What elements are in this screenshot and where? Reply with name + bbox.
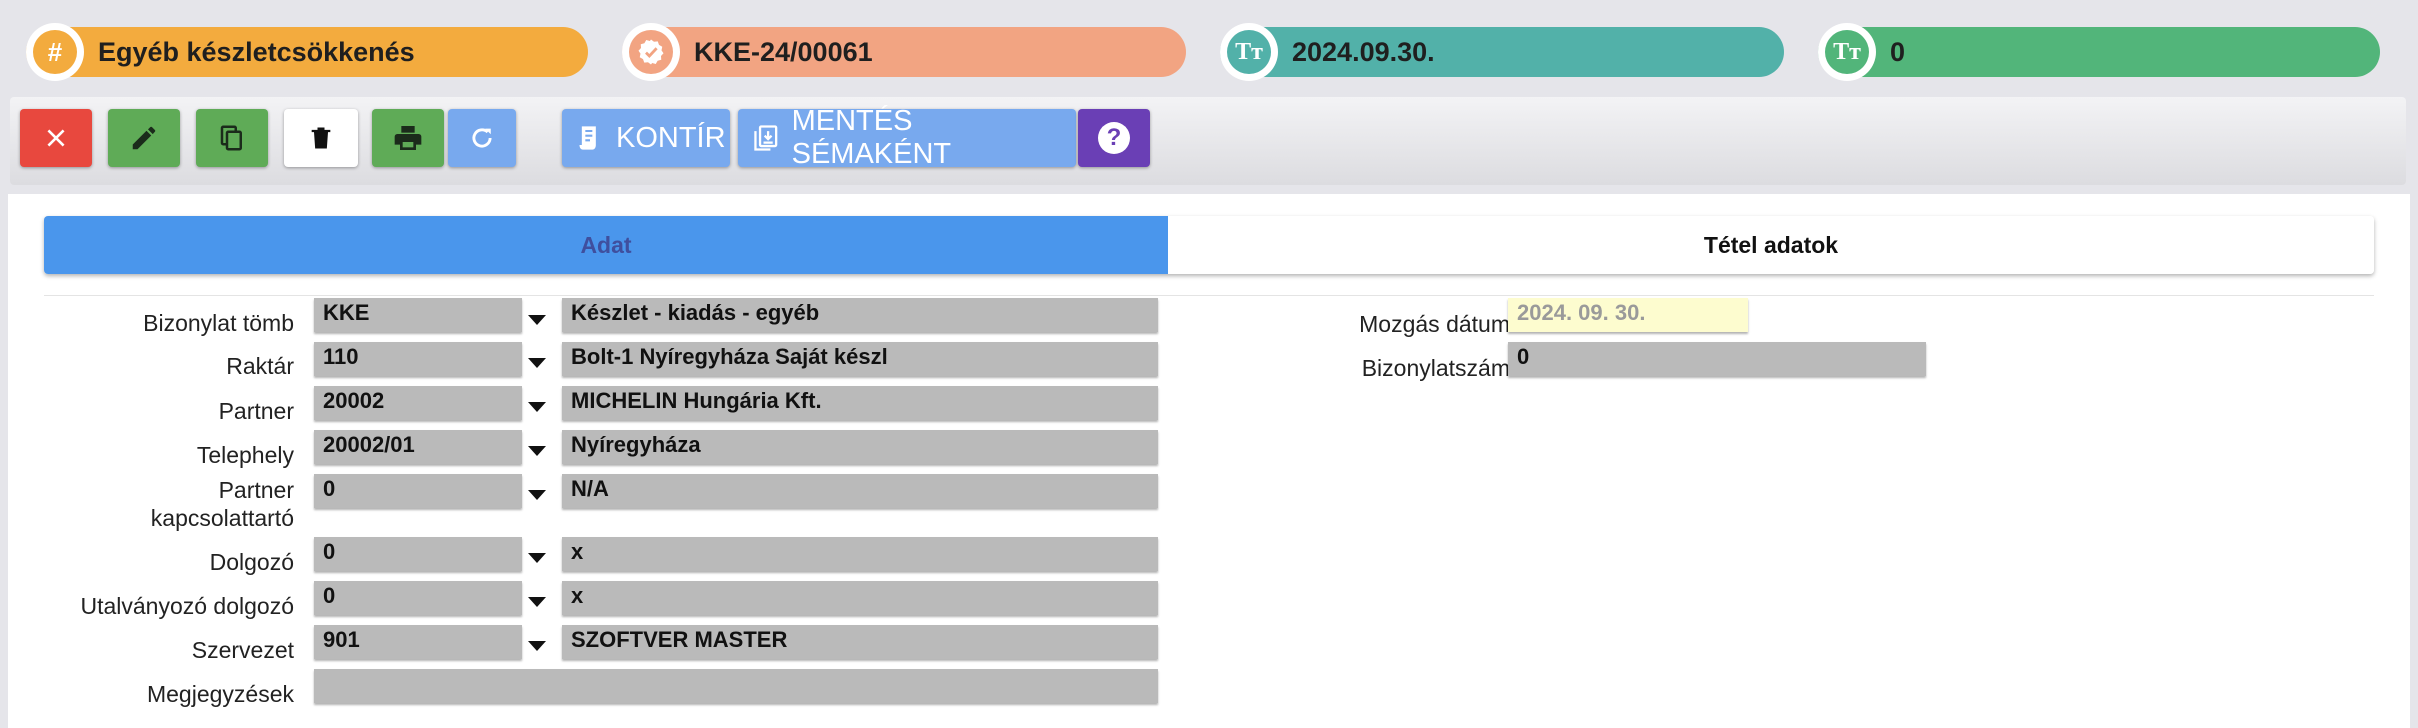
kapcsolattarto-name-field[interactable]: N/A (562, 474, 1158, 508)
bizonylat-tomb-code-field[interactable]: KKE (314, 298, 522, 332)
doc-type-pill: # Egyéb készletcsökkenés (26, 23, 588, 81)
tab-tetel-adatok[interactable]: Tétel adatok (1168, 216, 2374, 274)
refresh-button[interactable] (448, 109, 516, 167)
telephely-code-field[interactable]: 20002/01 (314, 430, 522, 464)
chevron-down-icon[interactable] (526, 400, 548, 414)
toolbar: KONTÍR MENTÉS SÉMAKÉNT ? (10, 97, 2406, 185)
bizonylatszam-field[interactable]: 0 (1508, 342, 1926, 376)
utalvanyozo-code-field[interactable]: 0 (314, 581, 522, 615)
save-as-schema-button[interactable]: MENTÉS SÉMAKÉNT (738, 105, 1076, 170)
delete-button[interactable] (284, 109, 358, 167)
kontir-button[interactable]: KONTÍR (562, 109, 730, 167)
raktar-code-field[interactable]: 110 (314, 342, 522, 376)
kontir-label: KONTÍR (616, 121, 726, 154)
help-button[interactable]: ? (1078, 109, 1150, 167)
tab-bar: Adat Tétel adatok (44, 216, 2374, 274)
trash-icon (311, 127, 331, 149)
chevron-down-icon[interactable] (526, 313, 548, 327)
partner-name-field[interactable]: MICHELIN Hungária Kft. (562, 386, 1158, 420)
bizonylat-tomb-name-field[interactable]: Készlet - kiadás - egyéb (562, 298, 1158, 332)
hash-icon: # (33, 30, 77, 74)
doc-type-text: Egyéb készletcsökkenés (98, 36, 415, 67)
printer-icon (394, 126, 422, 150)
edit-button[interactable] (108, 109, 180, 167)
szervezet-label: Szervezet (191, 637, 294, 663)
print-button[interactable] (372, 109, 444, 167)
chevron-down-icon[interactable] (526, 639, 548, 653)
utalvanyozo-label: Utalványozó dolgozó (80, 593, 294, 619)
copy-icon (220, 125, 242, 151)
szervezet-name-field[interactable]: SZOFTVER MASTER (562, 625, 1158, 659)
kapcsolattarto-code-field[interactable]: 0 (314, 474, 522, 508)
mozgas-datum-label: Mozgás dátum (1359, 311, 1510, 337)
chevron-down-icon[interactable] (526, 488, 548, 502)
save-as-schema-label: MENTÉS SÉMAKÉNT (791, 105, 952, 170)
copy-button[interactable] (196, 109, 268, 167)
value-text: 0 (1890, 36, 1906, 67)
utalvanyozo-name-field[interactable]: x (562, 581, 1158, 615)
check-badge-icon (629, 30, 673, 74)
chevron-down-icon[interactable] (526, 444, 548, 458)
tab-adat[interactable]: Adat (44, 216, 1168, 274)
date-text: 2024.09.30. (1292, 36, 1435, 67)
pencil-icon (132, 126, 156, 150)
szervezet-code-field[interactable]: 901 (314, 625, 522, 659)
document-save-icon (754, 125, 778, 151)
telephely-name-field[interactable]: Nyíregyháza (562, 430, 1158, 464)
partner-code-field[interactable]: 20002 (314, 386, 522, 420)
form-panel: Adat Tétel adatok Bizonylat tömb KKE Kés… (8, 194, 2410, 728)
megjegyzesek-label: Megjegyzések (146, 681, 294, 707)
date-pill: Tт 2024.09.30. (1220, 23, 1784, 81)
close-icon (47, 129, 65, 147)
divider (44, 295, 2374, 296)
dolgozo-code-field[interactable]: 0 (314, 537, 522, 571)
help-icon: ? (1098, 122, 1130, 154)
chevron-down-icon[interactable] (526, 551, 548, 565)
doc-number-text: KKE-24/00061 (694, 36, 873, 67)
megjegyzesek-field[interactable] (314, 669, 1158, 703)
receipt-icon (579, 126, 596, 150)
dolgozo-name-field[interactable]: x (562, 537, 1158, 571)
close-button[interactable] (20, 109, 92, 167)
bizonylat-tomb-label: Bizonylat tömb (143, 310, 294, 336)
raktar-label: Raktár (226, 353, 294, 379)
chevron-down-icon[interactable] (526, 356, 548, 370)
text-size-icon: Tт (1227, 30, 1271, 74)
partner-label: Partner (218, 398, 294, 424)
value-pill: Tт 0 (1818, 23, 2380, 81)
text-size-icon: Tт (1825, 30, 1869, 74)
kapcsolattarto-label: Partner kapcsolattartó (150, 477, 294, 531)
dolgozo-label: Dolgozó (209, 549, 294, 575)
mozgas-datum-field[interactable]: 2024. 09. 30. (1508, 298, 1748, 332)
bizonylatszam-label: Bizonylatszám (1361, 355, 1510, 381)
refresh-icon (472, 128, 492, 148)
raktar-name-field[interactable]: Bolt-1 Nyíregyháza Saját készl (562, 342, 1158, 376)
telephely-label: Telephely (196, 442, 294, 468)
doc-number-pill: KKE-24/00061 (622, 23, 1186, 81)
chevron-down-icon[interactable] (526, 595, 548, 609)
